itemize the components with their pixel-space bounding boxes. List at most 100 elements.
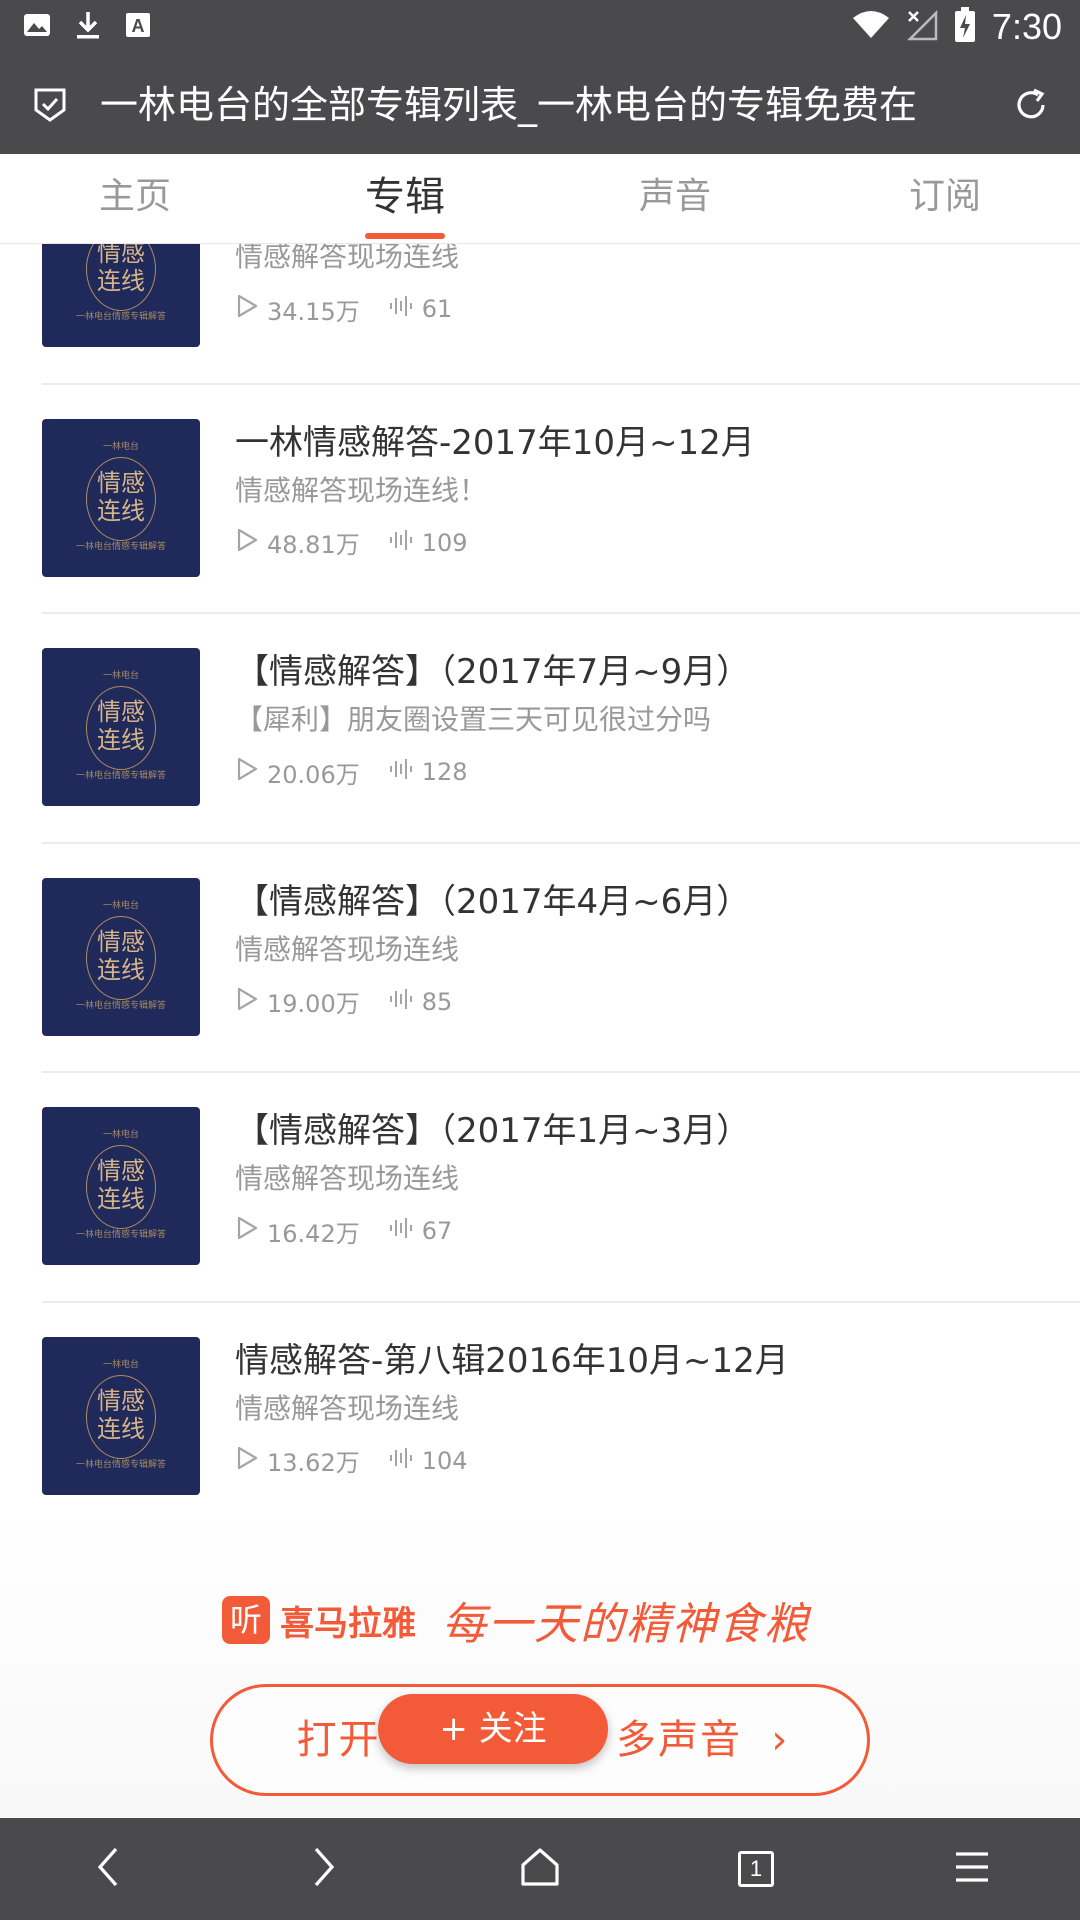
play-count: 13.62万 [267, 1449, 360, 1477]
album-subtitle: 【犀利】朋友圈设置三天可见很过分吗 [235, 703, 712, 736]
play-count: 34.15万 [267, 297, 360, 326]
cover-top-text: 一林电台 [102, 671, 139, 681]
cover-bottom-text: 一林电台情感专辑解答 [75, 1459, 166, 1470]
svg-text:A: A [132, 16, 145, 36]
shield-check-icon[interactable] [32, 86, 68, 128]
album-title: 【情感解答】（2017年1月~3月） [235, 1111, 751, 1151]
album-cover: 一林电台 情感 连线 一林电台情感专辑解答 [42, 648, 200, 806]
play-count: 48.81万 [267, 531, 360, 559]
cover-title-line1: 情感 [97, 1386, 145, 1415]
album-title: 情感解答-第八辑2016年10月~12月 [235, 1340, 789, 1381]
tab-home[interactable]: 主页 [0, 154, 270, 243]
track-count: 61 [421, 295, 453, 323]
play-count: 19.00万 [267, 990, 360, 1018]
album-cover: 一林电台 情感 连线 一林电台情感专辑解答 [42, 418, 200, 577]
album-info: 【情感解答】（2017年1月~3月） 情感解答现场连线 16.42万 67 [235, 1107, 1065, 1248]
cover-top-text: 一林电台 [102, 1130, 139, 1140]
tab-subscriptions[interactable]: 订阅 [810, 154, 1080, 243]
album-info: 【情感解答】（2017年4月~6月） 情感解答现场连线 19.00万 85 [235, 878, 1065, 1019]
cover-bottom-text: 一林电台情感专辑解答 [75, 1230, 166, 1240]
play-count: 16.42万 [267, 1219, 360, 1248]
album-info: 情感解答现场连线 34.15万 61 [235, 244, 1065, 326]
app-download-banner: 听 喜马拉雅 每一天的精神食粮 打开 多声音 › + 关注 [0, 1508, 1080, 1818]
track-count-icon [388, 1216, 414, 1246]
album-info: 情感解答-第八辑2016年10月~12月 情感解答现场连线 13.62万 104 [235, 1337, 1065, 1478]
cover-title-line1: 情感 [97, 927, 145, 956]
track-count-icon [388, 294, 414, 324]
track-count: 104 [421, 1446, 468, 1475]
cover-title-line2: 连线 [97, 1414, 145, 1443]
tabs-icon: 1 [738, 1851, 774, 1887]
battery-charging-icon [954, 7, 976, 47]
forward-button[interactable] [216, 1818, 432, 1920]
ximalaya-logo-icon: 听 [222, 1596, 270, 1644]
album-subtitle: 情感解答现场连线！ [235, 473, 488, 507]
album-item[interactable]: 一林电台 情感 连线 一林电台情感专辑解答 【情感解答】（2017年1月~3月）… [42, 1073, 1080, 1303]
menu-button[interactable] [864, 1818, 1080, 1920]
album-stats: 13.62万 104 [235, 1445, 1065, 1477]
browser-toolbar: 一林电台的全部专辑列表_一林电台的专辑免费在 [0, 56, 1080, 154]
album-stats: 16.42万 67 [235, 1215, 1065, 1248]
tab-sounds[interactable]: 声音 [540, 154, 810, 243]
page-title[interactable]: 一林电台的全部专辑列表_一林电台的专辑免费在 [100, 80, 980, 130]
album-item[interactable]: 一林电台 情感 连线 一林电台情感专辑解答 【情感解答】（2017年7月~9月）… [42, 614, 1080, 844]
play-count-icon [235, 756, 259, 788]
status-time: 7:30 [991, 6, 1062, 47]
album-item[interactable]: 一林电台 情感 连线 一林电台情感专辑解答 一林情感解答-2017年10月~12… [42, 385, 1080, 614]
album-stats: 48.81万 109 [235, 527, 1065, 559]
cover-top-text: 一林电台 [102, 441, 139, 452]
track-count: 128 [421, 758, 468, 786]
play-count-icon [235, 527, 259, 559]
menu-icon [952, 1850, 992, 1888]
track-count: 85 [421, 987, 453, 1016]
cover-title-line2: 连线 [97, 496, 145, 525]
cover-title-line1: 情感 [97, 1157, 145, 1185]
album-item[interactable]: 一林电台 情感 连线 一林电台情感专辑解答 情感解答现场连线 34.15万 61 [42, 244, 1080, 385]
download-icon [74, 10, 102, 44]
a-icon: A [124, 10, 152, 44]
album-cover: 一林电台 情感 连线 一林电台情感专辑解答 [42, 877, 200, 1036]
tabs-button[interactable]: 1 [648, 1818, 864, 1920]
follow-button[interactable]: + 关注 [378, 1694, 608, 1764]
album-title: 【情感解答】（2017年7月~9月） [235, 652, 751, 692]
browser-bottom-nav: 1 [0, 1818, 1080, 1920]
cover-title-line2: 连线 [97, 1185, 145, 1213]
album-item[interactable]: 一林电台 情感 连线 一林电台情感专辑解答 【情感解答】（2017年4月~6月）… [42, 844, 1080, 1073]
cover-title-line1: 情感 [97, 698, 145, 726]
play-count-icon [235, 1215, 259, 1247]
album-stats: 19.00万 85 [235, 986, 1065, 1018]
album-subtitle: 情感解答现场连线 [235, 1162, 460, 1195]
home-button[interactable] [432, 1818, 648, 1920]
track-count-icon [388, 1446, 414, 1476]
forward-icon [310, 1845, 338, 1893]
album-subtitle: 情感解答现场连线 [235, 932, 460, 966]
back-icon [94, 1845, 122, 1893]
cover-title-line1: 情感 [97, 468, 145, 497]
album-item[interactable]: 一林电台 情感 连线 一林电台情感专辑解答 情感解答-第八辑2016年10月~1… [0, 1303, 1080, 1509]
cover-title-line2: 连线 [97, 267, 145, 295]
cover-bottom-text: 一林电台情感专辑解答 [75, 771, 166, 781]
album-list[interactable]: 一林电台 情感 连线 一林电台情感专辑解答 情感解答现场连线 34.15万 61… [0, 244, 1080, 1508]
album-subtitle: 情感解答现场连线 [235, 244, 460, 273]
status-bar: A 7:30 [0, 0, 1080, 56]
cover-title-line2: 连线 [97, 955, 145, 984]
album-title: 【情感解答】（2017年4月~6月） [235, 881, 751, 922]
cover-title-line1: 情感 [97, 244, 145, 267]
album-info: 一林情感解答-2017年10月~12月 情感解答现场连线！ 48.81万 109 [235, 419, 1065, 560]
album-cover: 一林电台 情感 连线 一林电台情感专辑解答 [42, 1107, 200, 1265]
play-count-icon [235, 293, 259, 325]
brand-slogan: 每一天的精神食粮 [442, 1599, 810, 1650]
cover-top-text: 一林电台 [102, 1359, 139, 1370]
refresh-icon[interactable] [1012, 86, 1050, 128]
play-count-icon [235, 1445, 259, 1477]
album-subtitle: 情感解答现场连线 [235, 1391, 460, 1425]
back-button[interactable] [0, 1818, 216, 1920]
cover-bottom-text: 一林电台情感专辑解答 [75, 1000, 166, 1011]
play-count: 20.06万 [267, 760, 360, 789]
home-icon [520, 1847, 560, 1891]
cover-top-text: 一林电台 [102, 900, 139, 911]
track-count-icon [388, 528, 414, 558]
brand-row: 听 喜马拉雅 每一天的精神食粮 [222, 1588, 810, 1652]
tab-albums[interactable]: 专辑 [270, 154, 540, 243]
track-count: 109 [421, 528, 468, 557]
